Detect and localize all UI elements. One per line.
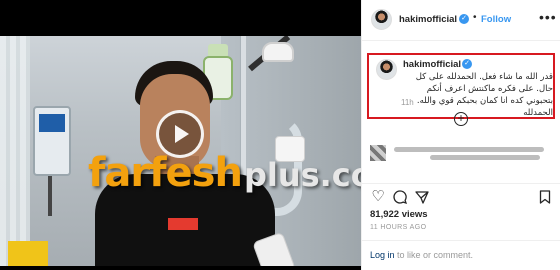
follow-button[interactable]: Follow — [481, 14, 511, 25]
load-more-comments-icon[interactable]: + — [454, 112, 468, 126]
bookmark-icon[interactable] — [537, 189, 553, 205]
login-footer: Log in to like or comment. — [362, 240, 560, 270]
avatar[interactable] — [371, 9, 392, 30]
caption-text: قدر الله ما شاء فعل. الحمدلله على كل حال… — [415, 72, 553, 118]
login-prompt: Log in to like or comment. — [370, 250, 473, 260]
blurred-avatar — [370, 145, 386, 161]
monitor-screen — [39, 114, 65, 132]
post-header: hakimofficial ✓ • Follow ••• — [362, 0, 560, 41]
blurred-comment — [370, 145, 556, 161]
watermark-domain: plus.com — [243, 156, 361, 194]
patient-monitor — [33, 106, 71, 176]
video-player[interactable]: farfesh plus.com — [0, 0, 361, 270]
comment-icon[interactable] — [392, 189, 408, 205]
login-prompt-text: to like or comment. — [394, 250, 474, 260]
verified-badge-icon: ✓ — [459, 14, 469, 24]
lamp-head — [262, 42, 294, 62]
login-link[interactable]: Log in — [370, 250, 395, 260]
caption-highlight: hakimofficial ✓ قدر الله ما شاء فعل. الح… — [367, 53, 555, 119]
caption-username[interactable]: hakimofficial — [403, 59, 461, 70]
watermark-main: farfesh — [88, 150, 243, 196]
blurred-text-line — [394, 147, 544, 152]
share-icon[interactable] — [414, 189, 430, 205]
monitor-stand — [48, 176, 52, 216]
play-icon — [175, 125, 189, 143]
caption-avatar[interactable] — [376, 59, 397, 80]
more-options-icon[interactable]: ••• — [539, 9, 557, 25]
instagram-post: farfesh plus.com hakimofficial ✓ • Follo… — [0, 0, 560, 270]
blurred-text-line — [430, 155, 540, 160]
caption-verified-icon: ✓ — [462, 59, 472, 69]
caption-time: 11h — [401, 98, 414, 107]
heart-icon[interactable]: ♡ — [370, 189, 386, 205]
separator-dot: • — [473, 12, 477, 23]
post-side-panel: hakimofficial ✓ • Follow ••• hakimoffici… — [361, 0, 560, 270]
username-link[interactable]: hakimofficial — [399, 14, 457, 25]
curtain — [0, 36, 30, 266]
post-time-ago: 11 HOURS AGO — [370, 224, 427, 231]
action-bar: ♡ — [362, 183, 560, 207]
shirt-logo — [168, 218, 198, 230]
watermark: farfesh plus.com — [88, 150, 361, 202]
yellow-container — [8, 241, 48, 266]
view-count: 81,922 views — [370, 209, 428, 220]
